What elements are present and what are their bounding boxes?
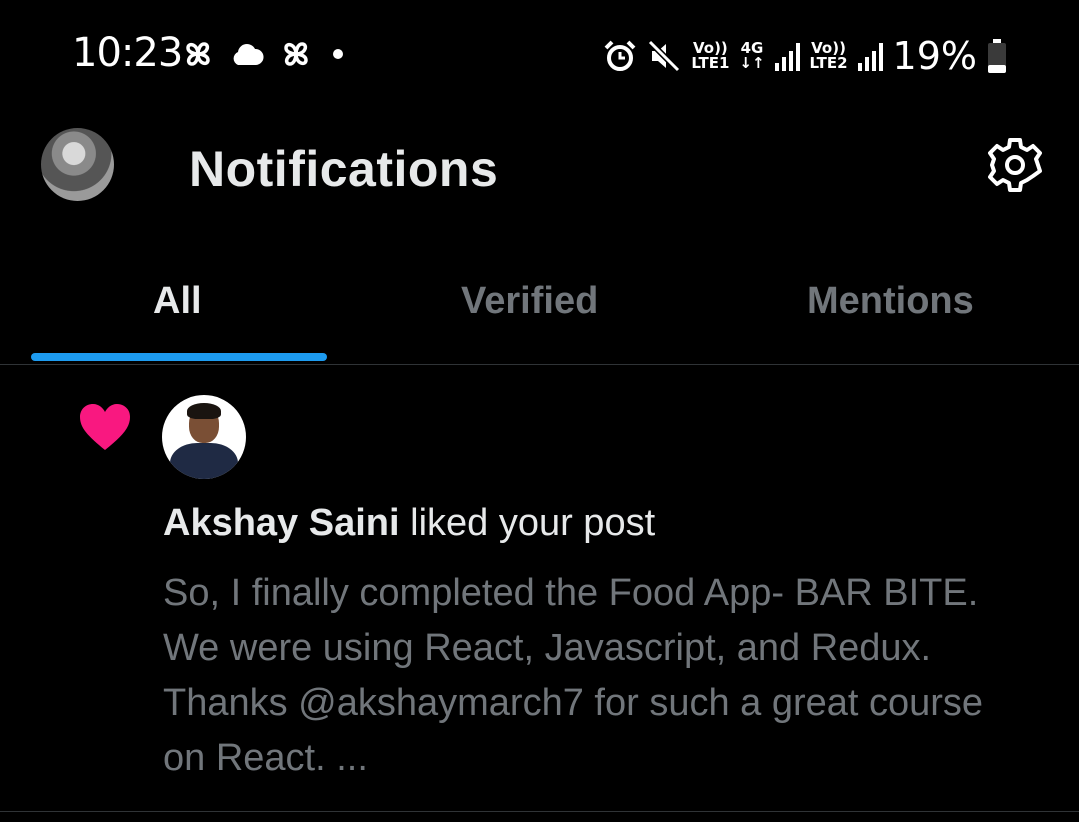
battery-level: 19% — [892, 34, 977, 78]
user-avatar[interactable] — [162, 395, 246, 479]
notification-action: liked your post — [399, 502, 656, 544]
network-type-indicator: 4G ↓↑ — [739, 39, 765, 72]
page-title: Notifications — [189, 141, 499, 197]
profile-avatar[interactable] — [41, 128, 114, 201]
status-left-icons — [180, 36, 348, 72]
pinwheel-icon — [284, 42, 308, 66]
mute-icon — [648, 39, 681, 73]
pinwheel-icon — [186, 42, 210, 66]
tab-verified[interactable]: Verified — [461, 280, 598, 323]
post-preview-text[interactable]: So, I finally completed the Food App- BA… — [163, 566, 1003, 786]
notification-headline: Akshay Saini liked your post — [163, 502, 655, 545]
cloud-icon — [233, 44, 264, 65]
dot-icon — [333, 49, 343, 59]
settings-gear-icon[interactable] — [986, 136, 1044, 194]
status-time: 10:23 — [72, 30, 183, 76]
alarm-icon — [604, 40, 636, 71]
sim1-indicator: Vo)) LTE1 — [691, 39, 730, 72]
user-name-link[interactable]: Akshay Saini — [163, 502, 400, 544]
tab-all[interactable]: All — [153, 280, 202, 323]
active-tab-indicator — [31, 353, 327, 361]
tab-mentions[interactable]: Mentions — [807, 280, 974, 323]
status-right-icons: Vo)) LTE1 4G ↓↑ Vo)) LTE2 19% — [603, 34, 1007, 78]
battery-icon — [988, 39, 1006, 73]
sim2-indicator: Vo)) LTE2 — [809, 39, 848, 72]
signal-icon — [774, 41, 800, 71]
notification-tabs: All Verified Mentions — [0, 270, 1079, 365]
signal-icon — [857, 41, 883, 71]
status-bar: 10:23 Vo)) LTE1 4G ↓↑ Vo)) LTE2 19% — [0, 0, 1079, 110]
heart-icon — [80, 404, 130, 450]
